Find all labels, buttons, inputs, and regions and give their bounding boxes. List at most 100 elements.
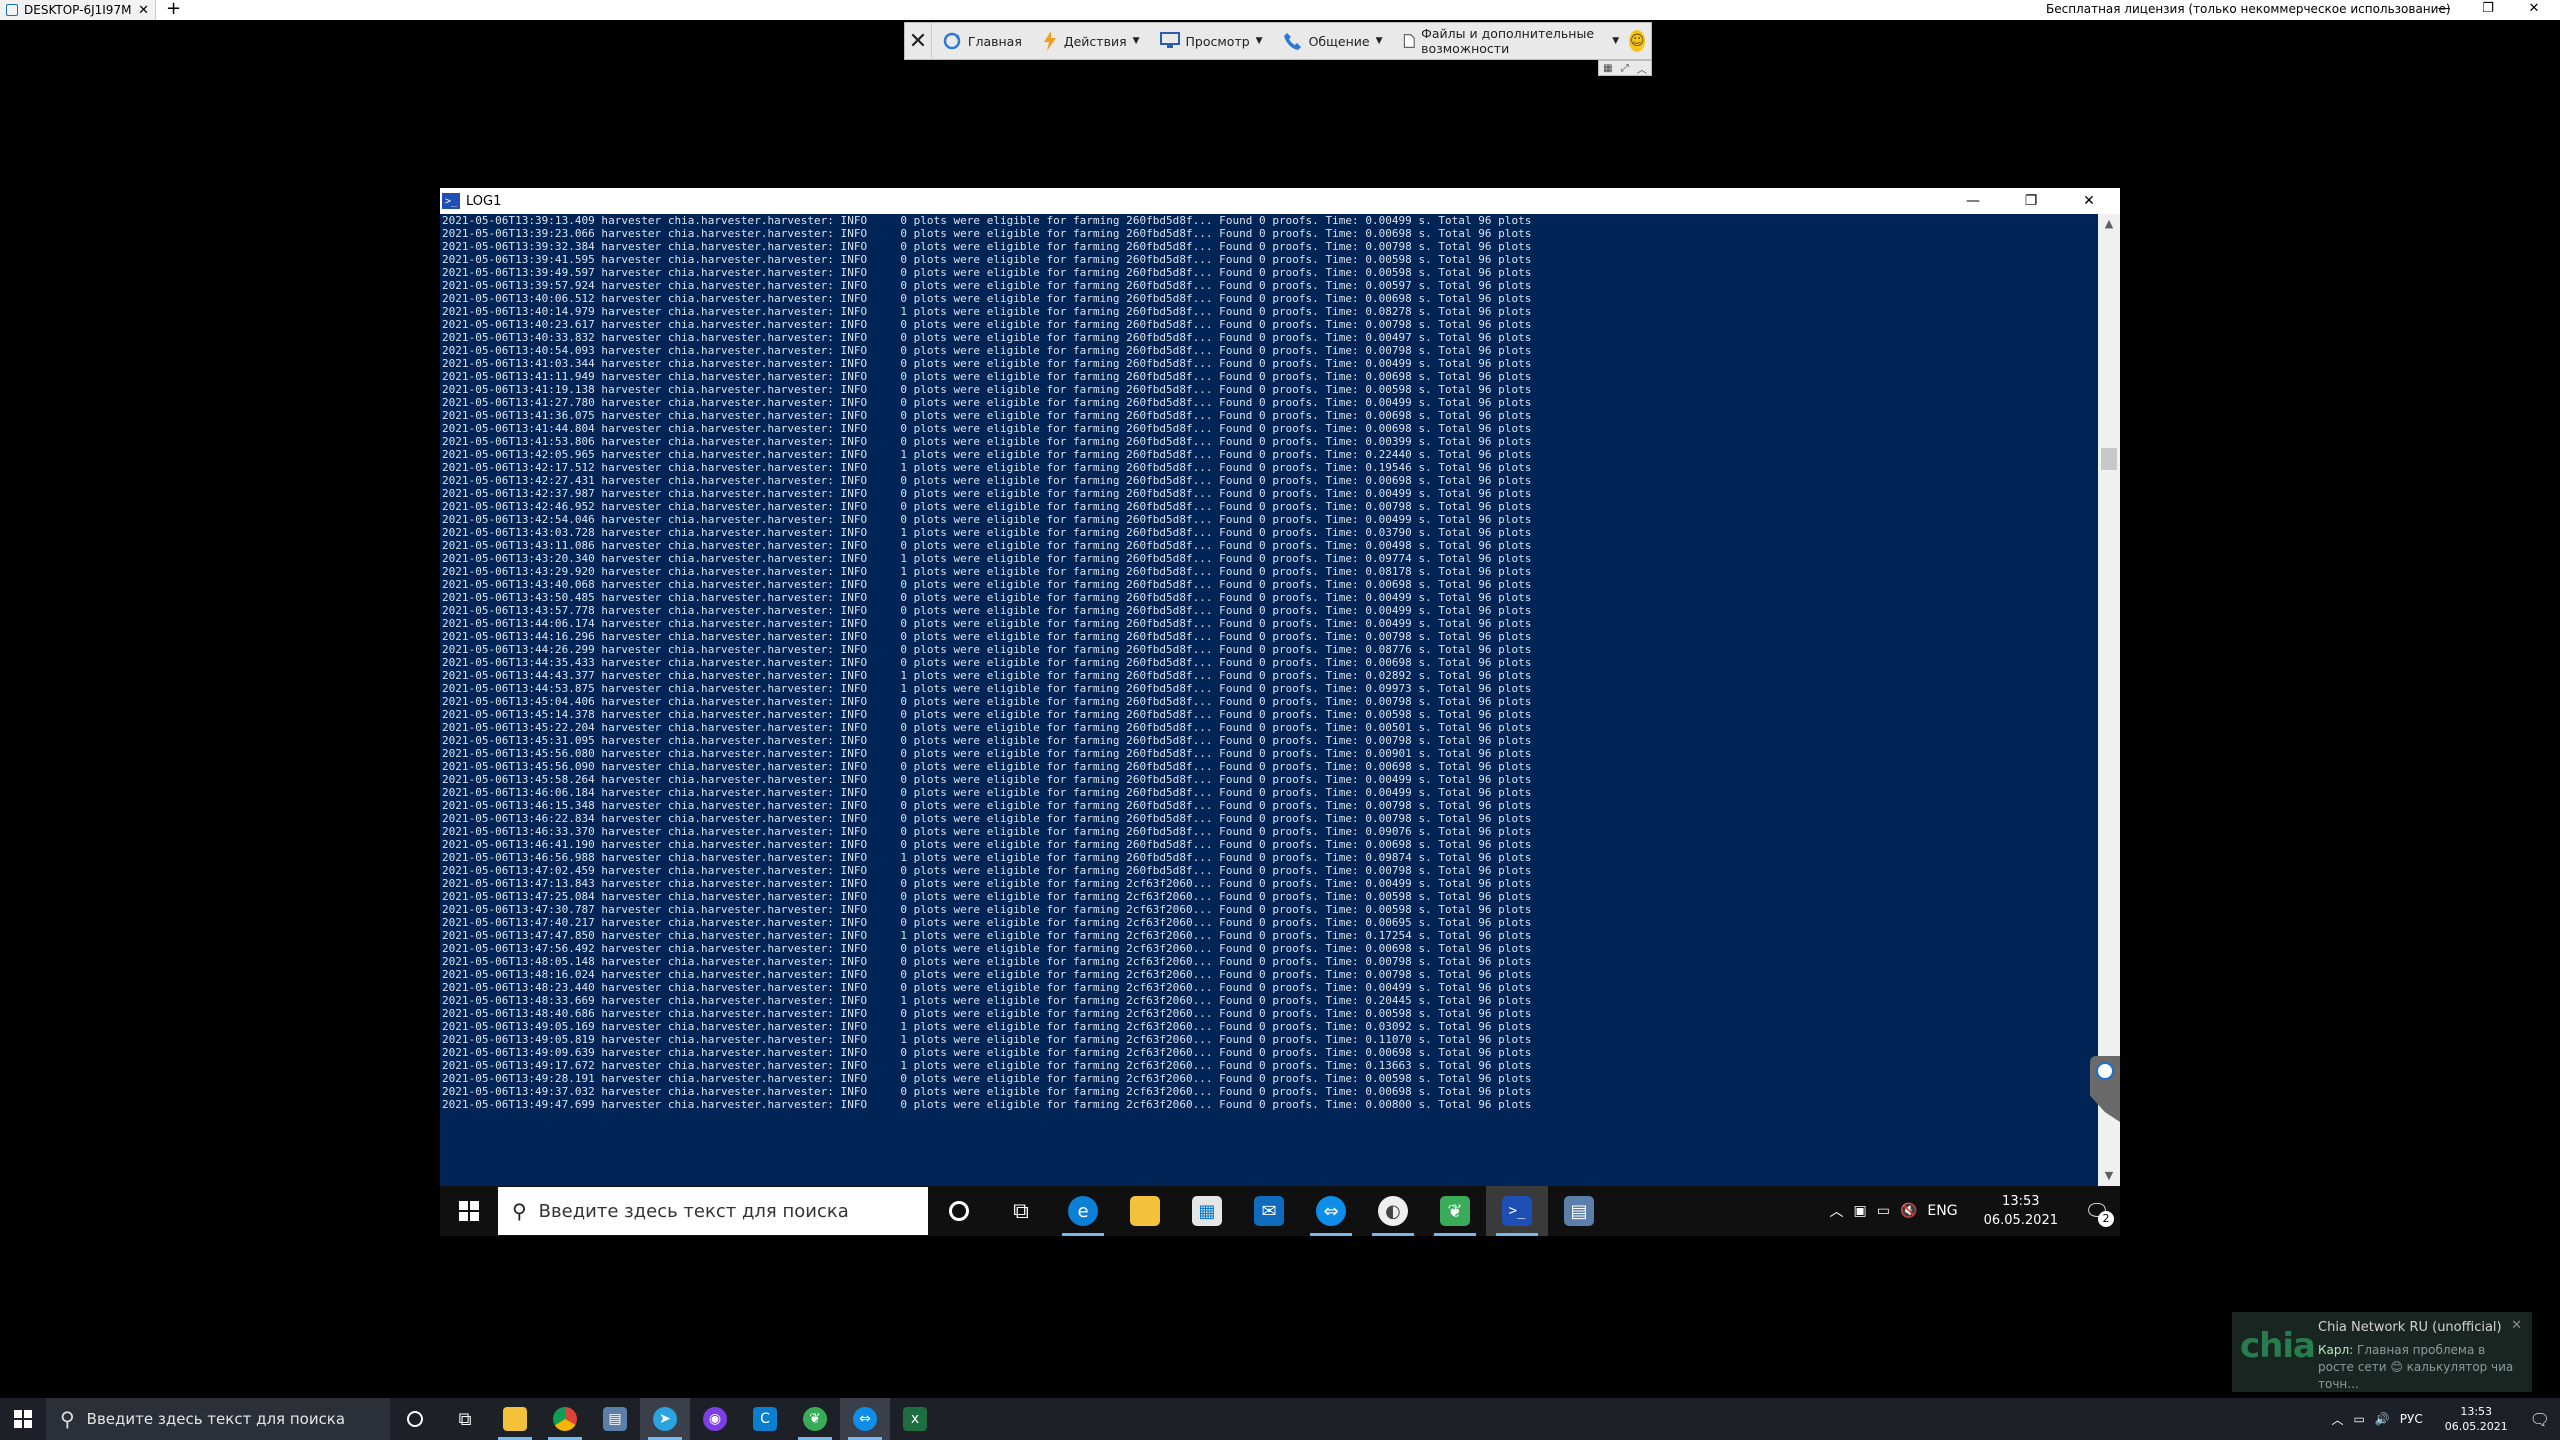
session-tab[interactable]: DESKTOP-6J1I97M ✕ xyxy=(0,0,156,20)
tray-overflow-icon[interactable]: ︿ xyxy=(2331,1411,2343,1428)
local-task-view-button[interactable]: ⧉ xyxy=(440,1398,490,1440)
log-line: 2021-05-06T13:47:56.492 harvester chia.h… xyxy=(442,942,1532,955)
log-line: 2021-05-06T13:43:29.920 harvester chia.h… xyxy=(442,565,1532,578)
network-icon[interactable]: ▭ xyxy=(1877,1203,1890,1219)
local-taskbar-chia[interactable]: ❦ xyxy=(790,1398,840,1440)
feedback-smiley-icon[interactable]: ☺ xyxy=(1629,30,1646,52)
local-clock[interactable]: 13:53 06.05.2021 xyxy=(2445,1404,2508,1434)
remote-time: 13:53 xyxy=(2002,1194,2040,1209)
local-taskbar-calculator[interactable]: ▤ xyxy=(590,1398,640,1440)
action-center-icon[interactable]: 🗨 xyxy=(2530,1410,2550,1429)
view-menu[interactable]: Просмотр ▼ xyxy=(1150,23,1273,59)
taskbar-app-round[interactable]: ◐ xyxy=(1362,1186,1424,1236)
taskbar-mail[interactable]: ✉ xyxy=(1238,1186,1300,1236)
search-icon: ⚲ xyxy=(60,1407,75,1431)
taskbar-chia[interactable]: ❦ xyxy=(1424,1186,1486,1236)
log-minimize-button[interactable]: — xyxy=(1944,188,2002,214)
local-taskbar-telegram[interactable]: ➤ xyxy=(640,1398,690,1440)
volume-muted-icon[interactable]: 🔇 xyxy=(1900,1203,1917,1219)
task-view-button[interactable]: ⧉ xyxy=(990,1186,1052,1236)
remote-search-placeholder: Введите здесь текст для поиска xyxy=(538,1200,849,1222)
log-line: 2021-05-06T13:44:53.875 harvester chia.h… xyxy=(442,682,1532,695)
log-line: 2021-05-06T13:39:41.595 harvester chia.h… xyxy=(442,253,1532,266)
taskbar-teamviewer[interactable]: ⇔ xyxy=(1300,1186,1362,1236)
tray-overflow-icon[interactable]: ︿ xyxy=(1829,1201,1843,1221)
home-label: Главная xyxy=(967,33,1022,49)
collapse-icon[interactable]: ︿ xyxy=(1637,61,1647,76)
remote-start-button[interactable] xyxy=(440,1186,498,1236)
notification-close-icon[interactable]: ✕ xyxy=(2511,1318,2522,1333)
chevron-down-icon: ▼ xyxy=(1375,36,1383,46)
device-icon[interactable]: ▣ xyxy=(1853,1203,1866,1219)
log-line: 2021-05-06T13:42:46.952 harvester chia.h… xyxy=(442,500,1532,513)
restore-button[interactable]: ❐ xyxy=(2468,0,2508,20)
local-start-button[interactable] xyxy=(0,1398,46,1440)
actions-menu[interactable]: Действия ▼ xyxy=(1032,23,1150,59)
fullscreen-icon[interactable]: ⤢ xyxy=(1621,63,1629,74)
taskbar-powershell[interactable]: >_ xyxy=(1486,1186,1548,1236)
log-line: 2021-05-06T13:40:33.832 harvester chia.h… xyxy=(442,331,1532,344)
scroll-down-arrow[interactable]: ▼ xyxy=(2098,1166,2120,1186)
log-line: 2021-05-06T13:49:28.191 harvester chia.h… xyxy=(442,1072,1532,1085)
tab-close-icon[interactable]: ✕ xyxy=(138,3,149,18)
close-button[interactable]: ✕ xyxy=(2514,0,2554,20)
taskbar-explorer[interactable] xyxy=(1114,1186,1176,1236)
local-taskbar-explorer[interactable] xyxy=(490,1398,540,1440)
local-taskbar-app-purple[interactable]: ◉ xyxy=(690,1398,740,1440)
log-line: 2021-05-06T13:45:56.090 harvester chia.h… xyxy=(442,760,1532,773)
folder-icon xyxy=(1130,1196,1160,1226)
teamviewer-logo-icon xyxy=(2096,1062,2114,1080)
search-icon: ⚲ xyxy=(512,1199,527,1223)
home-button[interactable]: Главная xyxy=(932,23,1032,59)
app-purple-icon: ◉ xyxy=(703,1407,727,1431)
local-taskbar-teamviewer[interactable]: ⇔ xyxy=(840,1398,890,1440)
taskbar-calculator[interactable]: ▤ xyxy=(1548,1186,1610,1236)
files-menu[interactable]: Файлы и дополнительные возможности ▼ xyxy=(1393,23,1630,59)
local-cortana-button[interactable] xyxy=(390,1398,440,1440)
add-tab-button[interactable]: + xyxy=(166,0,181,20)
scroll-up-arrow[interactable]: ▲ xyxy=(2098,214,2120,234)
notification-sender: Карл: xyxy=(2318,1343,2354,1357)
chevron-down-icon: ▼ xyxy=(1612,36,1620,46)
taskbar-store[interactable]: ▦ xyxy=(1176,1186,1238,1236)
action-center-button[interactable]: 🗨 2 xyxy=(2084,1199,2114,1227)
notification-toast[interactable]: chia Chia Network RU (unofficial) ✕ Карл… xyxy=(2232,1312,2532,1392)
log-line: 2021-05-06T13:48:16.024 harvester chia.h… xyxy=(442,968,1532,981)
log-line: 2021-05-06T13:45:14.378 harvester chia.h… xyxy=(442,708,1532,721)
communicate-label: Общение xyxy=(1308,33,1370,49)
scroll-thumb[interactable] xyxy=(2101,448,2117,470)
windows-logo-icon xyxy=(14,1410,32,1428)
notification-count-badge: 2 xyxy=(2098,1211,2114,1227)
phone-icon xyxy=(1283,33,1301,50)
log-line: 2021-05-06T13:45:56.080 harvester chia.h… xyxy=(442,747,1532,760)
log-line: 2021-05-06T13:42:05.965 harvester chia.h… xyxy=(442,448,1532,461)
local-taskbar-app-c[interactable]: C xyxy=(740,1398,790,1440)
log-console[interactable]: 2021-05-06T13:39:13.409 harvester chia.h… xyxy=(440,214,2098,1186)
remote-clock[interactable]: 13:53 06.05.2021 xyxy=(1984,1192,2058,1230)
local-taskbar-chrome[interactable] xyxy=(540,1398,590,1440)
communicate-menu[interactable]: Общение ▼ xyxy=(1273,23,1393,59)
remote-search-box[interactable]: ⚲ Введите здесь текст для поиска xyxy=(498,1187,928,1235)
local-language[interactable]: РУС xyxy=(2400,1412,2423,1426)
network-icon[interactable]: ▭ xyxy=(2353,1412,2364,1426)
chevron-down-icon: ▼ xyxy=(1255,36,1263,46)
local-search-box[interactable]: ⚲ Введите здесь текст для поиска xyxy=(46,1398,390,1440)
console-scrollbar[interactable]: ▲ ▼ xyxy=(2098,214,2120,1186)
log-close-button[interactable]: ✕ xyxy=(2060,188,2118,214)
log-line: 2021-05-06T13:43:40.068 harvester chia.h… xyxy=(442,578,1532,591)
volume-icon[interactable]: 🔊 xyxy=(2375,1412,2390,1426)
remote-language[interactable]: ENG xyxy=(1927,1203,1957,1219)
log-restore-button[interactable]: ❐ xyxy=(2002,188,2060,214)
log-line: 2021-05-06T13:40:06.512 harvester chia.h… xyxy=(442,292,1532,305)
grid-icon[interactable]: ▦ xyxy=(1603,63,1612,74)
local-taskbar-excel[interactable]: x xyxy=(890,1398,940,1440)
chrome-icon xyxy=(553,1407,577,1431)
log-line: 2021-05-06T13:44:06.174 harvester chia.h… xyxy=(442,617,1532,630)
close-session-button[interactable]: ✕ xyxy=(905,23,932,59)
log-line: 2021-05-06T13:44:35.433 harvester chia.h… xyxy=(442,656,1532,669)
cortana-button[interactable] xyxy=(928,1186,990,1236)
log-line: 2021-05-06T13:48:05.148 harvester chia.h… xyxy=(442,955,1532,968)
log-line: 2021-05-06T13:44:16.296 harvester chia.h… xyxy=(442,630,1532,643)
taskbar-edge[interactable]: e xyxy=(1052,1186,1114,1236)
minimize-button[interactable]: — xyxy=(2424,0,2464,20)
